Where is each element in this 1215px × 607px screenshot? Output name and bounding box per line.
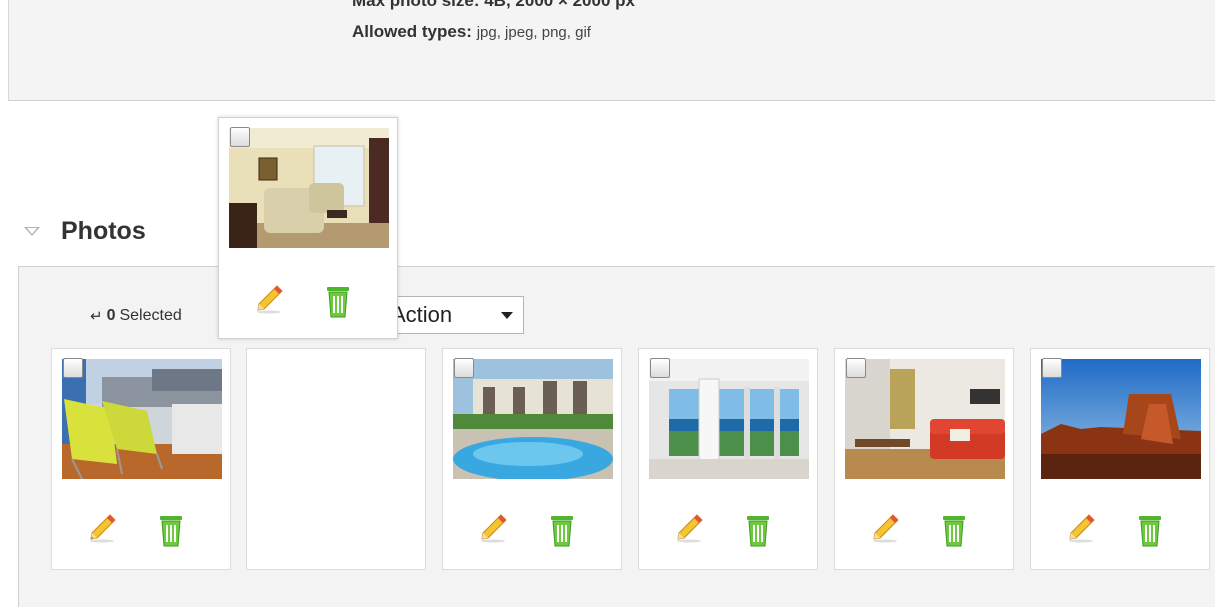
photo-card[interactable] [51, 348, 231, 570]
delete-trash-icon[interactable] [156, 513, 186, 549]
delete-trash-icon[interactable] [743, 513, 773, 549]
delete-trash-icon[interactable] [323, 284, 353, 320]
delete-trash-icon[interactable] [939, 513, 969, 549]
photo-checkbox[interactable] [63, 358, 83, 378]
dropdown-caret-icon [501, 312, 513, 319]
photo-thumbnail-ocean-room[interactable] [649, 359, 809, 479]
allowed-types-line: Allowed types: jpg, jpeg, png, gif [352, 22, 591, 42]
empty-photo-slot[interactable] [246, 348, 426, 570]
edit-pencil-icon[interactable] [869, 512, 901, 544]
photo-checkbox[interactable] [454, 358, 474, 378]
section-title: Photos [61, 216, 146, 245]
photo-checkbox[interactable] [1042, 358, 1062, 378]
edit-pencil-icon[interactable] [86, 512, 118, 544]
photo-card[interactable] [1030, 348, 1210, 570]
photo-thumbnail-pool[interactable] [453, 359, 613, 479]
photo-thumbnail-desert[interactable] [1041, 359, 1201, 479]
photo-thumbnail-red-sofa[interactable] [845, 359, 1005, 479]
photo-card[interactable] [442, 348, 622, 570]
photo-checkbox[interactable] [650, 358, 670, 378]
upload-info-box: Max photo size: 4B, 2000 × 2000 px Allow… [8, 0, 1215, 101]
photos-section-header[interactable]: Photos [24, 216, 146, 246]
delete-trash-icon[interactable] [547, 513, 577, 549]
selected-label: Selected [119, 307, 182, 324]
action-select-value: Action [391, 302, 453, 327]
allowed-types-label: Allowed types: [352, 22, 472, 41]
edit-pencil-icon[interactable] [253, 283, 285, 315]
photo-card[interactable] [638, 348, 818, 570]
edit-pencil-icon[interactable] [673, 512, 705, 544]
max-size-line: Max photo size: 4B, 2000 × 2000 px [352, 0, 635, 10]
edit-pencil-icon[interactable] [477, 512, 509, 544]
photo-thumbnail-balcony[interactable] [62, 359, 222, 479]
selected-count: 0 [106, 307, 116, 324]
photo-checkbox[interactable] [846, 358, 866, 378]
selected-counter: ↵ 0 Selected [90, 307, 182, 325]
delete-trash-icon[interactable] [1135, 513, 1165, 549]
dragged-photo-card[interactable] [218, 117, 398, 339]
photo-checkbox[interactable] [230, 127, 250, 147]
photo-card[interactable] [834, 348, 1014, 570]
photo-thumbnail-living-room[interactable] [229, 128, 389, 248]
select-arrow-icon: ↵ [90, 308, 103, 325]
collapse-triangle-icon[interactable] [24, 226, 40, 236]
edit-pencil-icon[interactable] [1065, 512, 1097, 544]
allowed-types-value: jpg, jpeg, png, gif [476, 24, 591, 41]
